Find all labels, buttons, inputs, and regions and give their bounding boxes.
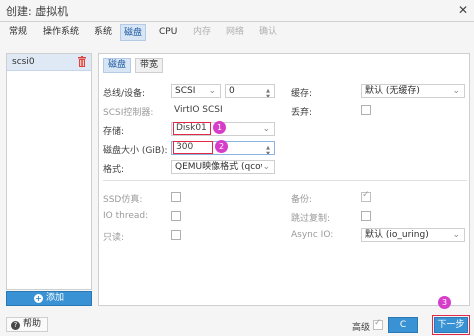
help-label: 帮助	[23, 319, 42, 329]
bus-device-label: 总线/设备:	[103, 89, 146, 99]
iothread-label: IO thread:	[103, 211, 149, 221]
readonly-label: 只读:	[103, 233, 125, 243]
chevron-down-icon: ⌄	[208, 86, 216, 96]
discard-label: 丢弃:	[291, 108, 313, 118]
tab-os[interactable]: 操作系统	[40, 24, 82, 41]
advanced-checkbox[interactable]	[373, 318, 383, 330]
advanced-label: 高级	[352, 323, 371, 333]
readonly-checkbox[interactable]	[171, 230, 181, 240]
cache-label: 缓存:	[291, 89, 313, 99]
next-button-highlight	[432, 315, 470, 335]
section-divider	[103, 180, 467, 181]
wizard-tabbar: 常规 操作系统 系统 磁盘 CPU 内存 网络 确认	[0, 24, 474, 43]
window-title: 创建: 虚拟机	[6, 5, 69, 18]
storage-value: Disk01	[176, 123, 207, 133]
tab-general[interactable]: 常规	[6, 24, 30, 41]
storage-highlight: Disk01	[173, 122, 211, 135]
async-io-value: 默认 (io_uring)	[365, 230, 429, 240]
disk-size-label: 磁盘大小 (GiB):	[103, 146, 168, 156]
device-number-input[interactable]: 0 ▲ ▼	[225, 84, 275, 98]
disk-item-label: scsi0	[12, 57, 35, 67]
iothread-checkbox[interactable]	[171, 211, 181, 221]
spin-down-icon[interactable]: ▼	[266, 148, 270, 154]
scsi-controller-label: SCSI控制器:	[103, 108, 154, 118]
chevron-down-icon: ⌄	[452, 230, 460, 240]
format-value: QEMU映像格式 (qcow	[175, 162, 269, 172]
spin-down-icon[interactable]: ▼	[266, 91, 270, 97]
backup-label: 备份:	[291, 195, 313, 205]
skip-replication-label: 跳过复制:	[291, 214, 331, 224]
async-io-select[interactable]: 默认 (io_uring) ⌄	[361, 228, 465, 242]
annotation-badge-1: 1	[213, 121, 226, 134]
bus-select[interactable]: SCSI ⌄	[171, 84, 221, 98]
wizard-footer: ?帮助 高级 C 下一步 3	[0, 296, 474, 336]
chevron-down-icon: ⌄	[262, 161, 270, 173]
question-circle-icon: ?	[11, 321, 20, 330]
chevron-down-icon: ⌄	[262, 124, 270, 134]
subtab-bandwidth[interactable]: 带宽	[135, 58, 164, 73]
ssd-checkbox[interactable]	[171, 192, 181, 202]
tab-memory[interactable]: 内存	[190, 24, 214, 41]
chevron-down-icon: ⌄	[452, 86, 460, 96]
close-icon[interactable]: ✕	[458, 3, 468, 17]
plus-circle-icon: +	[33, 294, 43, 303]
ssd-label: SSD仿真:	[103, 195, 143, 205]
format-label: 格式:	[103, 165, 125, 175]
cache-value: 默认 (无缓存)	[365, 86, 420, 96]
storage-label: 存储:	[103, 127, 125, 137]
tab-system[interactable]: 系统	[91, 24, 115, 41]
bus-value: SCSI	[175, 86, 196, 96]
tab-network[interactable]: 网络	[223, 24, 247, 41]
add-disk-label: 添加	[45, 293, 64, 303]
skip-replication-checkbox[interactable]	[361, 211, 371, 221]
disk-list-item[interactable]: scsi0	[7, 54, 91, 71]
disk-size-highlight: 300	[173, 141, 213, 154]
backup-checkbox[interactable]	[361, 190, 371, 202]
add-disk-button[interactable]: + 添加	[6, 291, 92, 306]
disk-list: scsi0	[6, 53, 92, 290]
scsi-controller-value: VirtIO SCSI	[174, 105, 223, 115]
tab-confirm[interactable]: 确认	[256, 24, 280, 41]
cache-select[interactable]: 默认 (无缓存) ⌄	[361, 84, 465, 98]
annotation-badge-2: 2	[215, 140, 228, 153]
discard-checkbox[interactable]	[361, 105, 371, 115]
disk-settings-panel: 磁盘 带宽 总线/设备: SCSI ⌄ 0 ▲ ▼ SCSI控制器: VirtI…	[98, 53, 470, 306]
async-io-label: Async IO:	[291, 230, 334, 240]
disk-size-value: 300	[176, 142, 194, 152]
back-button[interactable]: C	[388, 317, 418, 333]
subtab-disk[interactable]: 磁盘	[103, 58, 132, 73]
device-value: 0	[229, 86, 235, 96]
tab-disks[interactable]: 磁盘	[120, 24, 147, 41]
annotation-badge-3: 3	[438, 296, 451, 309]
trash-icon[interactable]	[78, 56, 86, 67]
window-titlebar: 创建: 虚拟机 ✕	[0, 0, 474, 22]
help-button[interactable]: ? 帮助	[6, 317, 48, 332]
format-select[interactable]: QEMU映像格式 (qcow ⌄	[171, 160, 275, 174]
tab-cpu[interactable]: CPU	[156, 24, 180, 41]
